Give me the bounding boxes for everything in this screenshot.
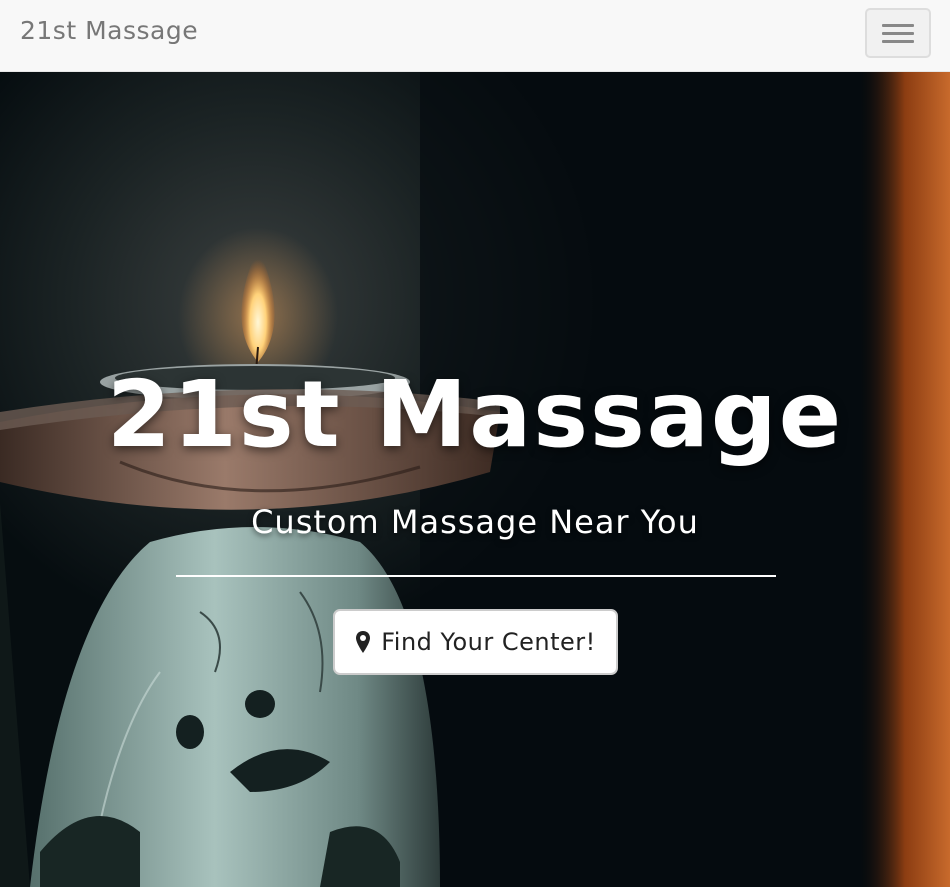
hero-section: 21st Massage Custom Massage Near You Fin… (0, 72, 950, 887)
map-marker-icon (356, 631, 371, 653)
top-navbar: 21st Massage (0, 0, 950, 72)
hero-divider (176, 575, 776, 577)
hero-title: 21st Massage (106, 361, 844, 468)
hamburger-menu-icon (882, 32, 914, 35)
hero-background-image (0, 72, 950, 887)
hamburger-menu-icon (882, 24, 914, 27)
find-your-center-button[interactable]: Find Your Center! (333, 609, 618, 675)
menu-toggle-button[interactable] (865, 8, 931, 58)
find-your-center-label: Find Your Center! (381, 628, 596, 656)
hamburger-menu-icon (882, 40, 914, 43)
hero-subtitle: Custom Massage Near You (251, 503, 699, 541)
brand-link[interactable]: 21st Massage (20, 14, 198, 48)
